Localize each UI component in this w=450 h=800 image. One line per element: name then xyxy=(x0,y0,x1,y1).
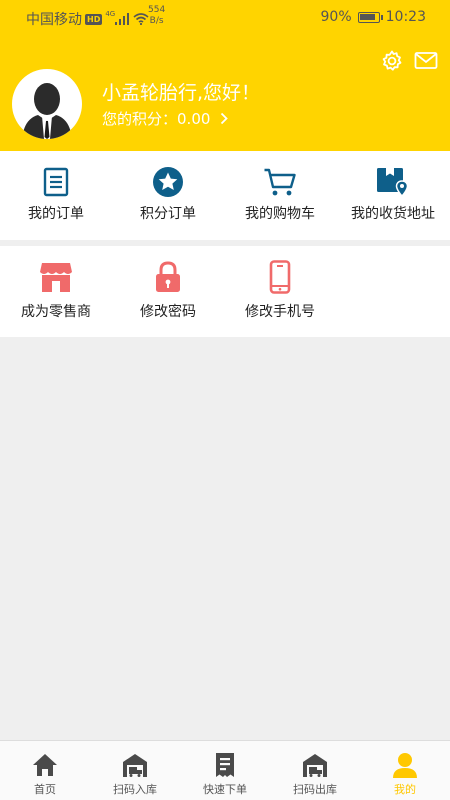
receipt-icon xyxy=(216,753,234,777)
address-box-icon xyxy=(377,168,409,198)
tab-scan-outbound[interactable]: 扫码出库 xyxy=(270,741,360,800)
menu-label: 修改密码 xyxy=(140,304,196,320)
network-speed: 554 B/s xyxy=(148,5,166,26)
account-menu-panel: 成为零售商 修改密码 修改手机号 xyxy=(0,246,450,337)
menu-shopping-cart[interactable]: 我的购物车 xyxy=(224,151,336,240)
order-menu-panel: 我的订单 积分订单 我的购物车 我的收货地址 xyxy=(0,151,450,240)
menu-label: 我的购物车 xyxy=(245,206,315,222)
battery-icon xyxy=(357,11,383,23)
tab-home[interactable]: 首页 xyxy=(0,741,90,800)
profile-header: 中国移动 HD 4G 554 B/s 90% 10:23 小孟轮胎行,您好！ 您… xyxy=(0,0,450,151)
points-value: 0.00 xyxy=(177,109,211,128)
home-icon xyxy=(33,754,57,776)
menu-change-password[interactable]: 修改密码 xyxy=(112,246,224,337)
status-bar: 中国移动 HD 4G 554 B/s 90% 10:23 xyxy=(0,0,450,34)
menu-my-orders[interactable]: 我的订单 xyxy=(0,151,112,240)
chevron-right-icon xyxy=(221,112,229,125)
settings-gear-icon[interactable] xyxy=(380,49,404,73)
lock-icon xyxy=(156,261,180,292)
menu-shipping-address[interactable]: 我的收货地址 xyxy=(336,151,450,240)
menu-label: 我的订单 xyxy=(28,206,84,222)
user-avatar[interactable] xyxy=(12,69,82,139)
battery-percent: 90% xyxy=(320,9,352,25)
clock: 10:23 xyxy=(385,9,426,25)
tab-label: 首页 xyxy=(34,783,56,796)
phone-icon xyxy=(269,260,291,294)
shopping-cart-icon xyxy=(264,168,296,196)
network-type: 4G xyxy=(105,10,116,18)
signal-icon xyxy=(115,13,130,25)
star-circle-icon xyxy=(153,167,183,197)
tab-scan-inbound[interactable]: 扫码入库 xyxy=(90,741,180,800)
warehouse-in-icon xyxy=(123,754,147,777)
menu-label: 修改手机号 xyxy=(245,304,315,320)
carrier-name: 中国移动 xyxy=(26,12,82,28)
store-icon xyxy=(40,263,72,292)
order-list-icon xyxy=(43,167,69,197)
menu-become-retailer[interactable]: 成为零售商 xyxy=(0,246,112,337)
tab-label: 扫码出库 xyxy=(293,783,337,796)
user-icon xyxy=(393,753,417,778)
tab-mine[interactable]: 我的 xyxy=(360,741,450,800)
tab-quick-order[interactable]: 快速下单 xyxy=(180,741,270,800)
avatar-silhouette-icon xyxy=(22,83,72,139)
mail-icon[interactable] xyxy=(414,51,438,71)
tab-label: 快速下单 xyxy=(203,783,247,796)
tab-label: 扫码入库 xyxy=(113,783,157,796)
points-label: 您的积分： xyxy=(102,110,178,128)
warehouse-out-icon xyxy=(303,754,327,777)
wifi-icon xyxy=(133,13,149,25)
menu-label: 我的收货地址 xyxy=(351,206,435,222)
menu-points-orders[interactable]: 积分订单 xyxy=(112,151,224,240)
hd-badge: HD xyxy=(85,13,103,25)
points-row[interactable]: 您的积分： 0.00 xyxy=(102,108,229,129)
menu-label: 成为零售商 xyxy=(21,304,91,320)
menu-label: 积分订单 xyxy=(140,206,196,222)
greeting-text: 小孟轮胎行,您好！ xyxy=(102,82,261,104)
bottom-tab-bar: 首页 扫码入库 快速下单 扫码出库 我的 xyxy=(0,740,450,800)
menu-change-phone[interactable]: 修改手机号 xyxy=(224,246,336,337)
tab-label: 我的 xyxy=(394,783,416,796)
